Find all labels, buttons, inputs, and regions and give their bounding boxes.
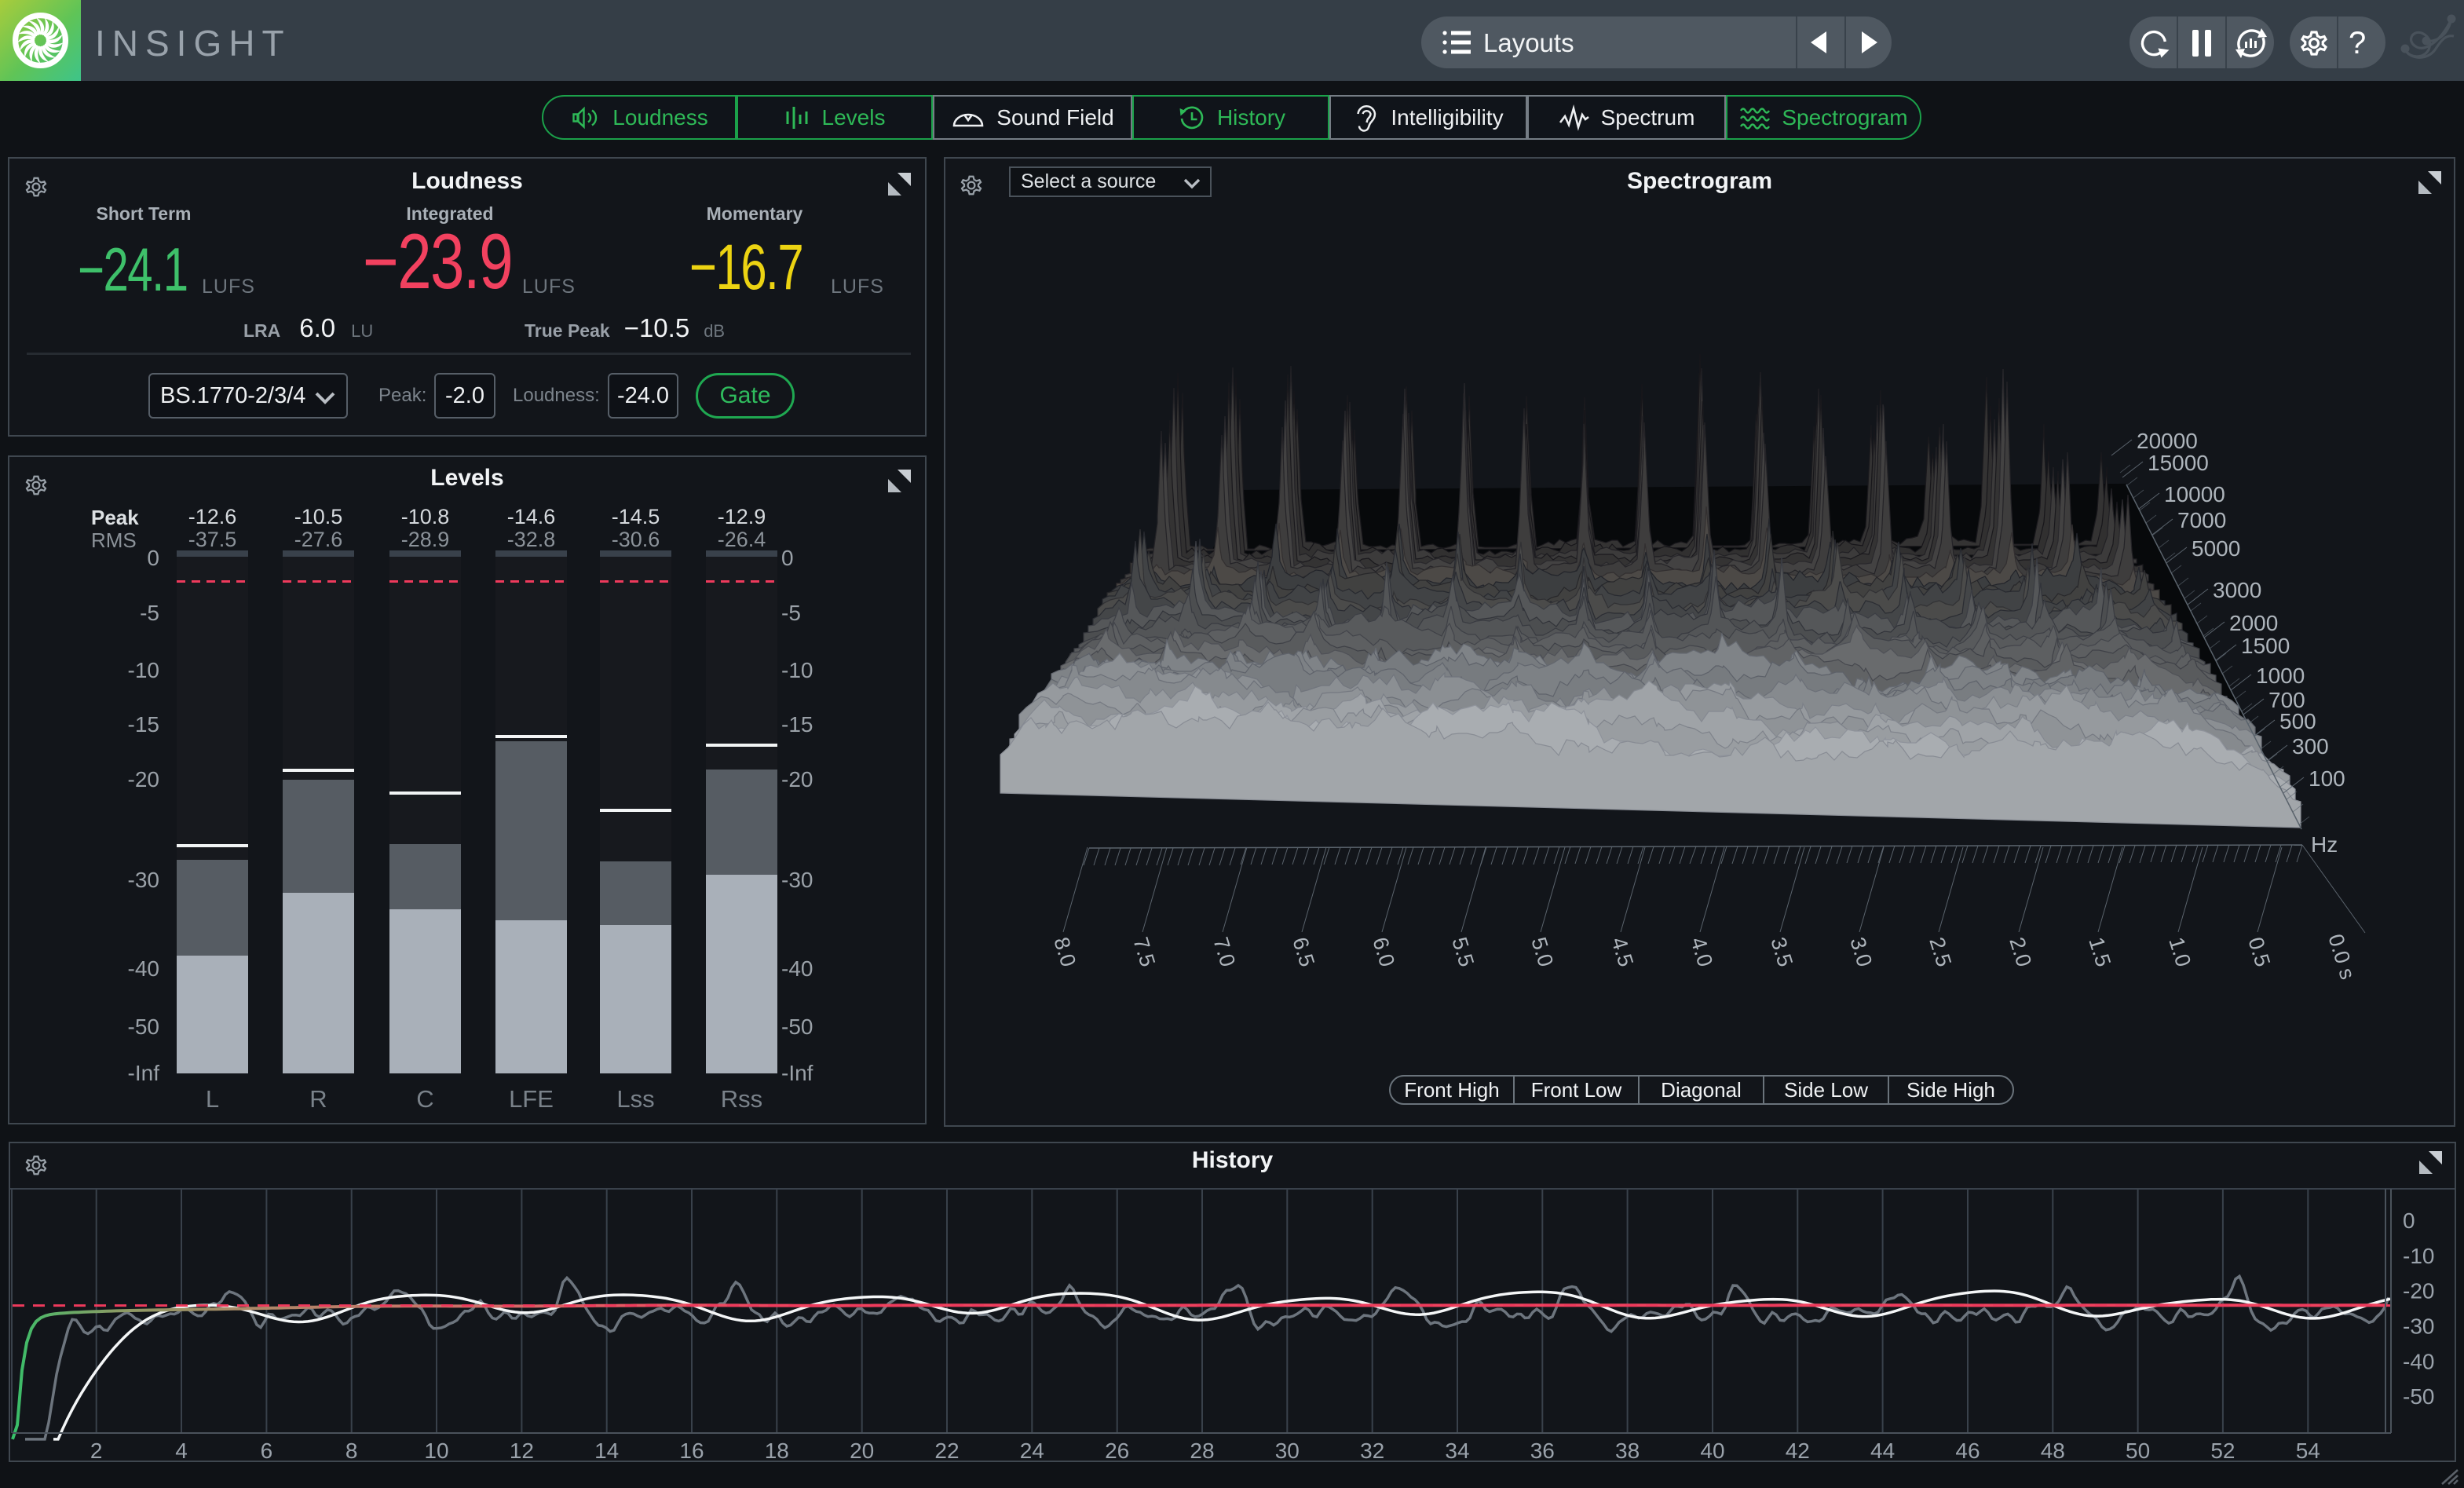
svg-text:16: 16	[679, 1439, 704, 1461]
svg-text:0: 0	[2403, 1208, 2415, 1233]
svg-text:4.5: 4.5	[1607, 934, 1638, 970]
svg-text:8.0: 8.0	[1049, 934, 1080, 970]
svg-text:20000: 20000	[2137, 429, 2198, 453]
svg-text:44: 44	[1870, 1439, 1895, 1461]
svg-text:50: 50	[2126, 1439, 2150, 1461]
svg-text:42: 42	[1786, 1439, 1810, 1461]
svg-text:20: 20	[850, 1439, 874, 1461]
svg-text:14: 14	[594, 1439, 619, 1461]
svg-text:-20: -20	[2403, 1279, 2434, 1303]
svg-text:32: 32	[1360, 1439, 1384, 1461]
svg-text:0.0 s: 0.0 s	[2323, 931, 2360, 982]
svg-text:24: 24	[1020, 1439, 1044, 1461]
svg-text:10: 10	[424, 1439, 448, 1461]
svg-text:36: 36	[1530, 1439, 1555, 1461]
svg-text:4: 4	[175, 1439, 188, 1461]
svg-text:8: 8	[345, 1439, 358, 1461]
svg-text:Hz: Hz	[2311, 832, 2338, 857]
svg-text:10000: 10000	[2164, 482, 2225, 506]
svg-text:3.0: 3.0	[1845, 934, 1877, 970]
svg-text:7000: 7000	[2177, 508, 2226, 532]
svg-text:6.0: 6.0	[1368, 934, 1399, 970]
svg-text:52: 52	[2210, 1439, 2235, 1461]
svg-text:7.0: 7.0	[1208, 934, 1240, 970]
svg-text:-10: -10	[2403, 1244, 2434, 1268]
svg-text:2: 2	[90, 1439, 103, 1461]
svg-text:1.5: 1.5	[2084, 934, 2115, 970]
svg-text:5000: 5000	[2192, 536, 2240, 561]
svg-text:3000: 3000	[2213, 578, 2261, 602]
svg-text:-30: -30	[2403, 1314, 2434, 1338]
svg-text:-40: -40	[2403, 1349, 2434, 1373]
svg-text:18: 18	[765, 1439, 789, 1461]
svg-text:54: 54	[2296, 1439, 2320, 1461]
svg-text:300: 300	[2292, 734, 2329, 759]
svg-text:48: 48	[2041, 1439, 2065, 1461]
svg-text:22: 22	[934, 1439, 959, 1461]
svg-text:0.5: 0.5	[2243, 934, 2275, 970]
svg-text:15000: 15000	[2148, 451, 2209, 475]
svg-text:1000: 1000	[2256, 664, 2305, 688]
svg-text:6: 6	[261, 1439, 273, 1461]
svg-text:1.0: 1.0	[2164, 934, 2195, 970]
svg-text:500: 500	[2279, 709, 2316, 733]
svg-text:12: 12	[510, 1439, 534, 1461]
svg-text:2.5: 2.5	[1925, 934, 1956, 970]
svg-text:5.0: 5.0	[1526, 934, 1558, 970]
svg-text:28: 28	[1190, 1439, 1214, 1461]
svg-text:100: 100	[2309, 766, 2345, 791]
svg-text:38: 38	[1615, 1439, 1640, 1461]
svg-text:40: 40	[1700, 1439, 1724, 1461]
svg-text:30: 30	[1275, 1439, 1300, 1461]
svg-text:26: 26	[1105, 1439, 1129, 1461]
svg-text:6.5: 6.5	[1288, 934, 1319, 970]
svg-text:4.0: 4.0	[1686, 934, 1717, 970]
svg-text:1500: 1500	[2241, 634, 2290, 658]
svg-text:5.5: 5.5	[1447, 934, 1479, 970]
svg-text:7.5: 7.5	[1128, 934, 1160, 970]
svg-text:-50: -50	[2403, 1384, 2434, 1409]
svg-text:46: 46	[1955, 1439, 1980, 1461]
svg-text:2.0: 2.0	[2005, 934, 2036, 970]
svg-text:3.5: 3.5	[1766, 934, 1797, 970]
svg-text:34: 34	[1445, 1439, 1469, 1461]
svg-text:2000: 2000	[2229, 611, 2278, 635]
